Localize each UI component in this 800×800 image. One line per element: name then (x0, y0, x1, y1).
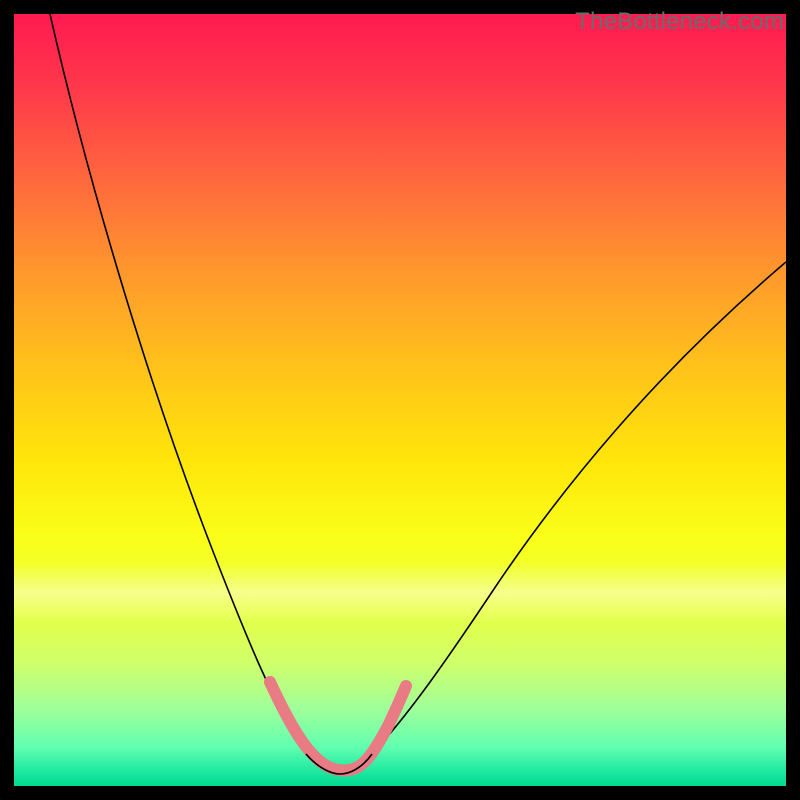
optimal-range-arc (270, 682, 406, 770)
curve-left (50, 14, 306, 754)
plot-area (14, 14, 786, 786)
outer-frame: TheBottleneck.com (0, 0, 800, 800)
chart-svg (14, 14, 786, 786)
watermark-text: TheBottleneck.com (575, 8, 784, 36)
curve-right (372, 262, 786, 754)
